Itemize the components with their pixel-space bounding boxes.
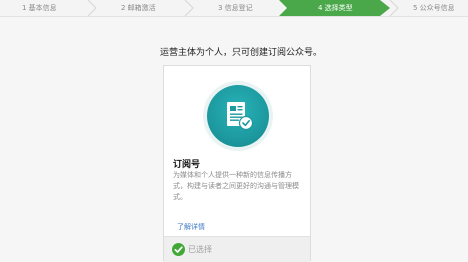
learn-more-link[interactable]: 了解详情 — [177, 222, 205, 232]
step-progress-bar: 1 基本信息 2 邮箱激活 3 信息登记 4 选择类型 5 公众号信息 — [0, 0, 468, 17]
step-account-info: 5 公众号信息 — [413, 4, 455, 12]
subscription-account-card[interactable]: 订阅号 为媒体和个人提供一种新的信息传播方式，构建与读者之间更好的沟通与管理模式… — [163, 65, 311, 262]
step-select-type: 4 选择类型 — [318, 4, 353, 12]
check-circle-icon — [172, 243, 185, 256]
step-info-registration: 3 信息登记 — [218, 4, 253, 12]
selected-label: 已选择 — [188, 245, 212, 254]
card-description: 为媒体和个人提供一种新的信息传播方式，构建与读者之间更好的沟通与管理模式。 — [173, 171, 299, 201]
selected-footer[interactable]: 已选择 — [164, 236, 310, 262]
account-type-notice: 运营主体为个人，只可创建订阅公众号。 — [160, 48, 323, 58]
step-divider — [87, 0, 97, 16]
step-email-activation: 2 邮箱激活 — [121, 4, 156, 12]
step-divider — [389, 0, 399, 16]
subscription-document-icon — [207, 85, 269, 147]
step-divider — [184, 0, 194, 16]
step-basic-info: 1 基本信息 — [22, 4, 57, 12]
card-title: 订阅号 — [173, 160, 201, 170]
